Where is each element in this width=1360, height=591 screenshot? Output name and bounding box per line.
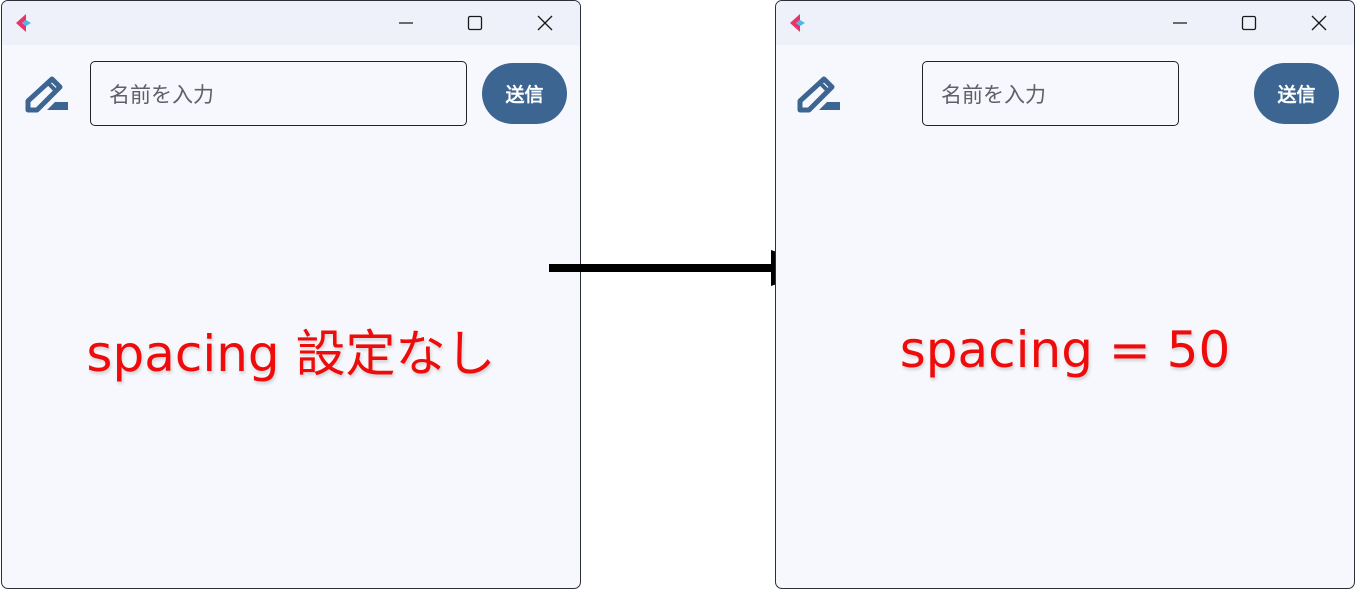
close-icon [1311,15,1327,31]
maximize-button[interactable] [1226,7,1272,39]
app-window-right: 名前を入力 送信 spacing = 50 [775,0,1355,589]
maximize-icon [1241,15,1257,31]
name-input[interactable]: 名前を入力 [922,61,1179,126]
name-input[interactable]: 名前を入力 [90,61,467,126]
caption-right: spacing = 50 [899,321,1231,379]
pencil-icon [25,76,68,113]
flutter-logo-icon [16,14,31,32]
maximize-button[interactable] [452,7,498,39]
send-button-label: 送信 [505,84,544,106]
close-button[interactable] [1296,7,1342,39]
flutter-logo-icon [790,14,805,32]
maximize-icon [467,15,483,31]
title-bar [776,1,1354,45]
pencil-icon [797,76,840,113]
caption-left: spacing 設定なし [86,325,496,383]
send-button[interactable]: 送信 [1254,63,1339,124]
name-input-placeholder: 名前を入力 [941,82,1046,107]
minimize-button[interactable] [1157,7,1203,39]
minimize-button[interactable] [383,7,429,39]
name-input-placeholder: 名前を入力 [109,82,214,107]
title-bar [2,1,580,45]
app-window-left: 名前を入力 送信 spacing 設定なし [1,0,581,589]
close-icon [537,15,553,31]
send-button-label: 送信 [1277,84,1316,106]
minimize-icon [399,22,413,24]
close-button[interactable] [522,7,568,39]
minimize-icon [1173,22,1187,24]
send-button[interactable]: 送信 [482,63,567,124]
